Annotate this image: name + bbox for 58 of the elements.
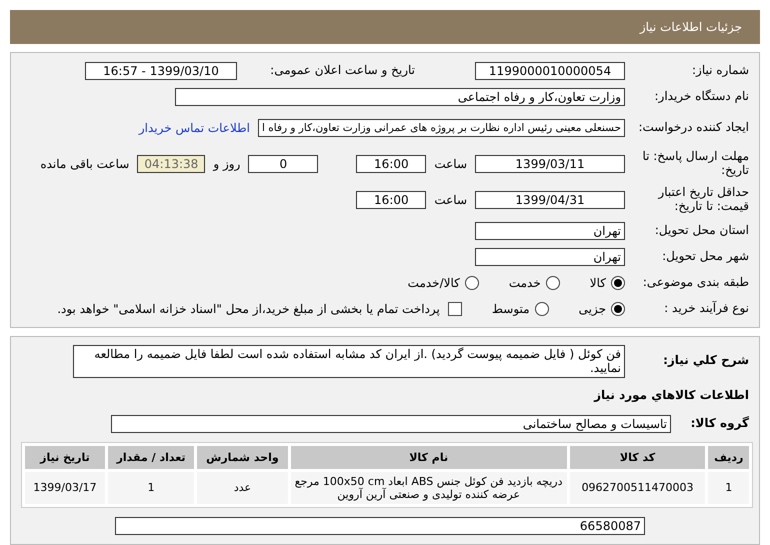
time-field: 16:00	[356, 190, 426, 209]
radio-button[interactable]	[464, 276, 479, 290]
province-field: تهران	[475, 222, 625, 240]
buyer-contact-link[interactable]: اطلاعات تماس خریدار	[138, 120, 250, 135]
field-label: شرح کلي نیاز:	[662, 354, 750, 368]
field-label: تاریخ و ساعت اعلان عمومی:	[269, 64, 416, 78]
city-field: تهران	[475, 248, 625, 266]
field-label: ساعت	[434, 156, 467, 171]
column-header: تاریخ نیاز	[25, 446, 105, 469]
field-label: نام دستگاه خریدار:	[654, 90, 750, 104]
radio-label: جزیی	[578, 302, 606, 316]
field-label: شهر محل تحویل:	[661, 250, 750, 264]
column-header: نام کالا	[290, 446, 567, 469]
field-label: طبقه بندی موضوعی:	[642, 276, 750, 290]
remaining-time-field: 04:13:38	[137, 154, 206, 173]
radio-label: کالا	[590, 276, 606, 290]
table-cell: عدد	[197, 472, 288, 504]
field-label: روز و	[213, 156, 240, 171]
field-label: استان محل تحویل:	[654, 224, 750, 238]
radio-button[interactable]	[611, 276, 625, 290]
goods-group-field: تاسیسات و مصالح ساختمانی	[111, 414, 671, 433]
page-header: جزئیات اطلاعات نیاز	[10, 10, 760, 44]
radio-button[interactable]	[534, 302, 549, 316]
table-cell: دریچه بازدید فن کوئل جنس ABS ابعاد 100x50 cm مرجع عرضه کننده تولیدی و صنعتی آرین آروین	[290, 472, 567, 504]
days-field: 0	[248, 154, 318, 173]
requester-field: حسنعلی معینی رئیس اداره نظارت بر پروژه های عمرانی وزارت تعاون،کار و رفاه ا	[258, 118, 625, 137]
field-label: حداقل تاریخ اعتبار قیمت: تا تاریخ:	[656, 186, 750, 214]
field-label: ساعت	[434, 192, 467, 207]
table-cell: 0962700511470003	[570, 472, 706, 504]
radio-button[interactable]	[611, 302, 625, 316]
field-label: مهلت ارسال پاسخ: تا تاریخ:	[641, 150, 750, 178]
radio-label: کالا/خدمت	[408, 276, 460, 290]
table-cell: 1	[708, 472, 749, 504]
time-field: 16:00	[356, 154, 426, 173]
section-heading: اطلاعات کالاهاي مورد نیاز	[592, 388, 750, 403]
buyer-field: وزارت تعاون،کار و رفاه اجتماعی	[175, 88, 625, 106]
checkbox[interactable]	[448, 302, 462, 316]
field-label: شماره نیاز:	[691, 64, 750, 78]
date-field: 1399/03/11	[475, 154, 625, 173]
date-field: 1399/04/31	[475, 190, 625, 209]
table-cell: 1399/03/17	[25, 472, 105, 504]
contact-field: 66580087	[115, 517, 645, 535]
field-label: نوع فرآیند خرید :	[663, 302, 750, 316]
radio-label: خدمت	[508, 276, 541, 290]
announce-date-field: 1399/03/10 - 16:57	[85, 62, 237, 80]
table-cell: 1	[108, 472, 194, 504]
column-header: تعداد / مقدار	[108, 446, 194, 469]
field-label: گروه کالا:	[690, 416, 750, 431]
radio-button[interactable]	[546, 276, 560, 290]
field-label: ساعت باقی مانده	[40, 156, 130, 171]
column-header: ردیف	[708, 446, 749, 469]
need-number-field: 1199000010000054	[475, 62, 625, 80]
description-field: فن کوئل ( فایل ضمیمه پیوست گردید) .از ایران کد مشابه استفاده شده است لطفا فایل ضمیمه را مطالعه نمایید.	[73, 344, 625, 378]
radio-label: متوسط	[492, 302, 530, 316]
column-header: کد کالا	[570, 446, 706, 469]
column-header: واحد شمارش	[197, 446, 288, 469]
field-label: ایجاد کننده درخواست:	[637, 120, 750, 135]
checkbox-label: پرداخت تمام یا بخشی از مبلغ خرید،از محل "اسناد خزانه اسلامی" خواهد بود.	[57, 302, 440, 316]
